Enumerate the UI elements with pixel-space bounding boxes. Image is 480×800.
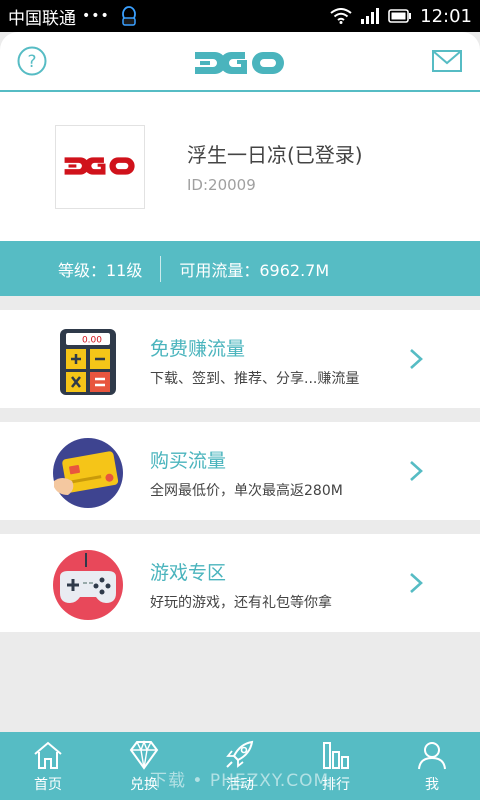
menu-title: 免费赚流量 xyxy=(150,338,246,360)
svg-text:0.00: 0.00 xyxy=(82,336,102,346)
username: 浮生一日凉(已登录) xyxy=(187,143,363,167)
app-header: ? xyxy=(0,32,480,92)
clock: 12:01 xyxy=(420,5,472,27)
menu-description: 下载、签到、推荐、分享...赚流量 xyxy=(150,371,360,387)
nav-label: 首页 xyxy=(34,777,62,793)
status-bar: 中国联通 ••• 12:01 xyxy=(0,0,480,32)
chevron-right-icon xyxy=(410,573,423,593)
qq-icon xyxy=(121,6,136,26)
nav-item-home[interactable]: 首页 xyxy=(0,732,96,800)
chevron-right-icon xyxy=(410,349,423,369)
traffic-text: 可用流量：6962.7M xyxy=(179,260,330,280)
stats-bar: 等级：11级 可用流量：6962.7M xyxy=(0,241,480,296)
chevron-right-icon xyxy=(410,461,423,481)
avatar-logo xyxy=(64,157,135,175)
signal-icon xyxy=(361,8,380,24)
menu-item-game-zone[interactable]: 游戏专区 好玩的游戏，还有礼包等你拿 xyxy=(0,534,480,632)
svg-text:?: ? xyxy=(27,52,36,72)
menu-item-free-traffic[interactable]: 0.00 免费赚流量 下载、签到、推荐、分享...赚流量 xyxy=(0,310,480,408)
battery-icon xyxy=(388,9,412,23)
help-icon[interactable]: ? xyxy=(17,46,47,76)
nav-label: 我 xyxy=(425,777,439,793)
notification-dots: ••• xyxy=(82,8,110,24)
mail-icon[interactable] xyxy=(432,50,462,72)
home-icon xyxy=(34,741,62,769)
level-text: 等级：11级 xyxy=(58,260,143,280)
credit-card-icon xyxy=(53,438,123,508)
user-icon xyxy=(418,742,446,770)
app-logo xyxy=(195,52,284,74)
carrier-name: 中国联通 xyxy=(8,8,76,29)
calculator-icon: 0.00 xyxy=(60,329,116,395)
watermark: 下载 • PHEZXY.COM xyxy=(150,771,330,791)
avatar[interactable] xyxy=(55,125,145,209)
menu-title: 游戏专区 xyxy=(150,562,227,584)
menu-title: 购买流量 xyxy=(150,450,227,472)
stats-divider xyxy=(160,255,162,282)
wifi-icon xyxy=(330,8,352,24)
gamepad-icon xyxy=(53,550,123,620)
menu-description: 全网最低价，单次最高返280M xyxy=(150,483,343,499)
profile-section: 浮生一日凉(已登录) ID:20009 xyxy=(0,92,480,241)
menu-description: 好玩的游戏，还有礼包等你拿 xyxy=(150,595,332,611)
user-id: ID:20009 xyxy=(187,176,256,194)
menu-item-buy-traffic[interactable]: 购买流量 全网最低价，单次最高返280M xyxy=(0,422,480,520)
nav-item-me[interactable]: 我 xyxy=(384,732,480,800)
